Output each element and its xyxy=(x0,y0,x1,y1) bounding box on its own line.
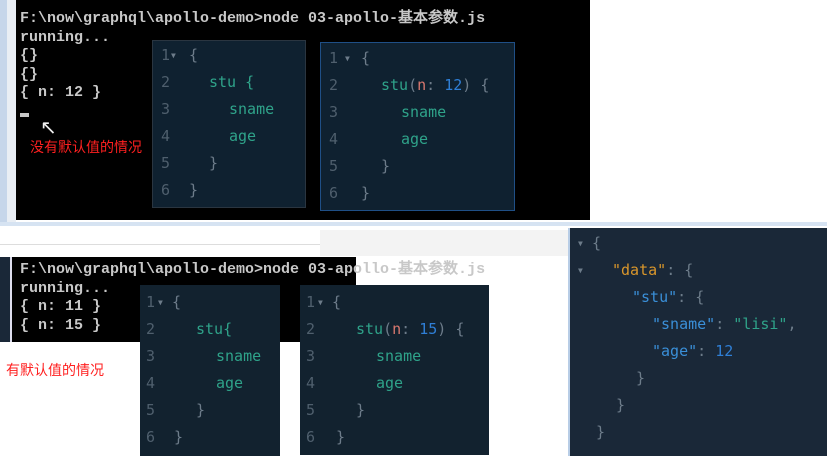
code-line: { xyxy=(172,293,182,311)
fold-arrow-icon[interactable]: ▼ xyxy=(578,230,583,257)
code-line: "stu": { xyxy=(632,288,705,306)
code-line: "age": 12 xyxy=(652,342,734,360)
query-editor-with-arg[interactable]: 1 2 3 4 5 6 ▼ { stu(n: 12) { sname age }… xyxy=(320,42,515,211)
arg-name: n xyxy=(417,76,427,94)
fold-arrow-icon[interactable]: ▼ xyxy=(578,257,583,284)
code-line: sname xyxy=(376,347,422,365)
field-name: stu xyxy=(381,76,409,94)
query-editor-default[interactable]: 1 2 3 4 5 6 ▼ { stu{ sname age } } xyxy=(140,285,280,456)
arg-value: 12 xyxy=(444,76,463,94)
fold-arrow-icon[interactable]: ▼ xyxy=(171,42,176,69)
query-editor-no-arg[interactable]: 1 2 3 4 5 6 ▼ { stu { sname age } } xyxy=(152,40,306,208)
line-number: 2 xyxy=(161,73,171,91)
code-line: } xyxy=(196,401,206,419)
code-line: } xyxy=(381,157,391,175)
code-line: } xyxy=(636,369,646,387)
line-number: 4 xyxy=(161,127,171,145)
mouse-pointer-icon: ↖ xyxy=(40,115,57,139)
code-line: "data": { xyxy=(612,261,694,279)
code-line: "sname": "lisi", xyxy=(652,315,797,333)
code-line: age xyxy=(376,374,404,392)
line-number: 2 xyxy=(329,76,339,94)
line-number: 3 xyxy=(161,100,171,118)
window-edge xyxy=(0,257,10,342)
line-number: 6 xyxy=(329,184,339,202)
line-number: 2 xyxy=(306,320,316,338)
annotation-no-default: 没有默认值的情况 xyxy=(30,140,142,156)
arg-name: n xyxy=(392,320,402,338)
window-edge xyxy=(0,0,7,222)
code-line: { xyxy=(592,234,602,252)
code-line: } xyxy=(361,184,371,202)
code-line: } xyxy=(596,423,606,441)
json-key: "data" xyxy=(612,261,667,279)
toolbar-strip xyxy=(320,230,568,256)
fold-arrow-icon[interactable]: ▼ xyxy=(318,289,323,316)
code-line: age xyxy=(229,127,257,145)
scrollbar[interactable] xyxy=(7,0,16,222)
code-line: } xyxy=(336,428,346,446)
json-value: "lisi" xyxy=(733,315,788,333)
code-line: } xyxy=(356,401,366,419)
code-line: { xyxy=(189,46,199,64)
fold-arrow-icon[interactable]: ▼ xyxy=(158,289,163,316)
code-line: sname xyxy=(216,347,262,365)
json-value: 12 xyxy=(715,342,734,360)
line-number: 1 xyxy=(306,293,316,311)
annotation-with-default: 有默认值的情况 xyxy=(6,363,104,379)
line-number: 5 xyxy=(329,157,339,175)
code-line: stu(n: 12) { xyxy=(381,76,490,94)
terminal-cursor xyxy=(20,112,29,117)
line-number: 4 xyxy=(306,374,316,392)
code-line: stu { xyxy=(209,73,255,91)
arg-value: 15 xyxy=(419,320,438,338)
code-line: { xyxy=(332,293,342,311)
line-number: 5 xyxy=(146,401,156,419)
code-line: stu{ xyxy=(196,320,233,338)
code-line: } xyxy=(189,181,199,199)
line-number: 4 xyxy=(329,130,339,148)
code-line: sname xyxy=(401,103,447,121)
code-line: { xyxy=(361,49,371,67)
line-number: 4 xyxy=(146,374,156,392)
terminal-line: F:\now\graphql\apollo-demo>node 03-apoll… xyxy=(20,10,486,27)
json-key: "age" xyxy=(652,342,698,360)
code-line: stu(n: 15) { xyxy=(356,320,465,338)
json-key: "stu" xyxy=(632,288,678,306)
code-line: } xyxy=(616,396,626,414)
code-line: age xyxy=(216,374,244,392)
line-number: 6 xyxy=(146,428,156,446)
query-editor-default-arg[interactable]: 1 2 3 4 5 6 ▼ { stu(n: 15) { sname age }… xyxy=(300,285,489,455)
line-number: 3 xyxy=(329,103,339,121)
result-panel: ▼ { ▼ "data": { "stu": { "sname": "lisi"… xyxy=(568,228,827,456)
toolbar-strip xyxy=(0,226,320,245)
line-number: 5 xyxy=(161,154,171,172)
fold-arrow-icon[interactable]: ▼ xyxy=(345,45,350,72)
line-number: 3 xyxy=(146,347,156,365)
terminal-line: F:\now\graphql\apollo-demo>node 03-apoll… xyxy=(20,261,486,278)
line-number: 3 xyxy=(306,347,316,365)
line-number: 6 xyxy=(306,428,316,446)
line-number: 1 xyxy=(146,293,156,311)
code-line: } xyxy=(174,428,184,446)
code-line: } xyxy=(209,154,219,172)
json-key: "sname" xyxy=(652,315,716,333)
field-name: stu xyxy=(356,320,384,338)
code-line: age xyxy=(401,130,429,148)
code-line: sname xyxy=(229,100,275,118)
line-number: 2 xyxy=(146,320,156,338)
line-number: 6 xyxy=(161,181,171,199)
line-number: 5 xyxy=(306,401,316,419)
